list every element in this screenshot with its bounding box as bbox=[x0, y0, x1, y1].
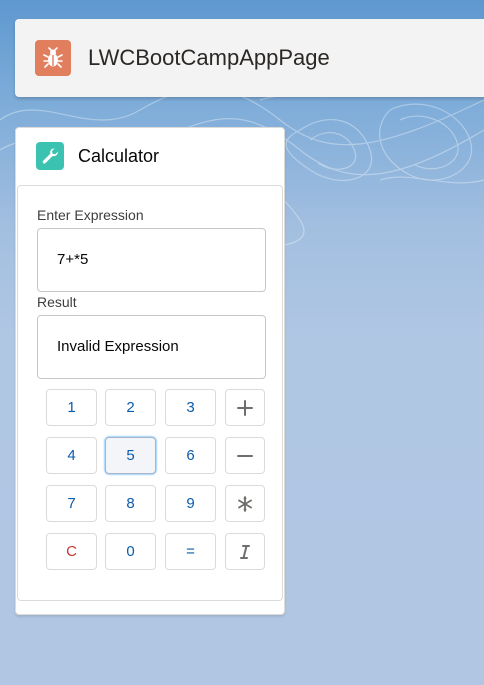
key-0-button[interactable]: 0 bbox=[105, 533, 156, 570]
add-icon bbox=[237, 399, 253, 416]
multiply-button[interactable] bbox=[225, 485, 265, 522]
asterisk-icon bbox=[238, 495, 252, 512]
result-output: Invalid Expression bbox=[37, 315, 266, 379]
add-button[interactable] bbox=[225, 389, 265, 426]
app-page-header: LWCBootCampAppPage bbox=[15, 19, 484, 97]
key-7-button[interactable]: 7 bbox=[46, 485, 97, 522]
minus-icon bbox=[237, 454, 253, 457]
equals-button[interactable]: = bbox=[165, 533, 216, 570]
key-3-button[interactable]: 3 bbox=[165, 389, 216, 426]
page-title: LWCBootCampAppPage bbox=[88, 45, 330, 70]
result-label: Result bbox=[37, 294, 77, 310]
key-4-button[interactable]: 4 bbox=[46, 437, 97, 474]
calculator-card: Calculator Enter Expression 7+*5 Result … bbox=[15, 127, 285, 615]
wrench-icon bbox=[36, 142, 64, 170]
calculator-body: Enter Expression 7+*5 Result Invalid Exp… bbox=[17, 185, 283, 601]
expression-input[interactable]: 7+*5 bbox=[37, 228, 266, 292]
clear-button[interactable]: C bbox=[46, 533, 97, 570]
subtract-button[interactable] bbox=[225, 437, 265, 474]
key-5-button[interactable]: 5 bbox=[105, 437, 156, 474]
bug-icon bbox=[35, 40, 71, 76]
key-2-button[interactable]: 2 bbox=[105, 389, 156, 426]
divide-button[interactable] bbox=[225, 533, 265, 570]
key-6-button[interactable]: 6 bbox=[165, 437, 216, 474]
key-1-button[interactable]: 1 bbox=[46, 389, 97, 426]
italic-icon bbox=[240, 544, 250, 559]
expression-label: Enter Expression bbox=[37, 207, 144, 223]
card-title: Calculator bbox=[78, 146, 160, 166]
key-8-button[interactable]: 8 bbox=[105, 485, 156, 522]
key-9-button[interactable]: 9 bbox=[165, 485, 216, 522]
